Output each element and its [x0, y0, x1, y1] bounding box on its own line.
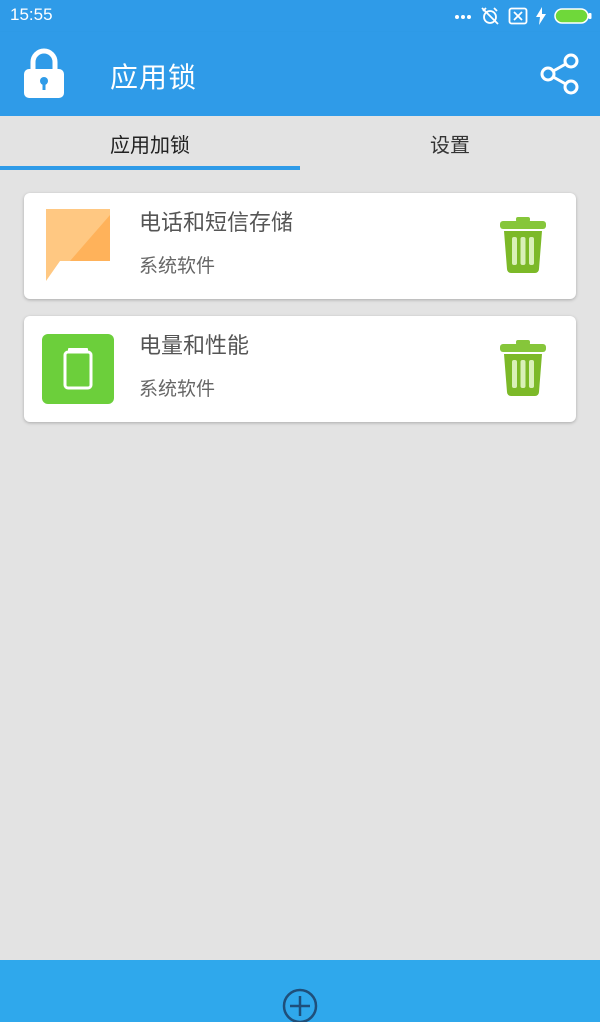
status-bar: 15:55: [0, 0, 600, 32]
tab-bar: 应用加锁 设置: [0, 116, 600, 170]
app-category: 系统软件: [139, 378, 216, 400]
page-title: 应用锁: [110, 61, 198, 94]
battery-app-icon: [42, 334, 114, 404]
alarm-off-icon: [481, 7, 499, 25]
trash-icon: [500, 217, 546, 273]
tab-app-lock[interactable]: 应用加锁: [0, 116, 300, 170]
app-bar: 应用锁: [0, 32, 600, 116]
trash-icon: [500, 340, 546, 396]
app-name: 电话和短信存储: [139, 211, 294, 236]
add-circle-icon: [282, 988, 318, 1022]
battery-icon: [554, 8, 592, 24]
more-dots-icon: [455, 15, 471, 19]
delete-button[interactable]: [498, 217, 548, 273]
add-app-button[interactable]: [282, 988, 318, 1022]
share-button[interactable]: [538, 52, 582, 96]
charging-icon: [536, 7, 546, 25]
app-name: 电量和性能: [139, 334, 250, 359]
bottom-bar: [0, 960, 600, 1022]
tab-settings[interactable]: 设置: [300, 116, 600, 170]
locked-app-card[interactable]: 电量和性能 系统软件: [24, 316, 576, 422]
message-bubble-icon: [46, 209, 110, 281]
sim-off-icon: [508, 7, 528, 25]
share-icon: [540, 53, 579, 95]
padlock-icon: [24, 48, 64, 98]
locked-app-card[interactable]: 电话和短信存储 系统软件: [24, 193, 576, 299]
tab-indicator: [0, 166, 300, 170]
status-time: 15:55: [10, 5, 53, 24]
delete-button[interactable]: [498, 340, 548, 396]
app-category: 系统软件: [139, 255, 216, 277]
status-icons: [454, 4, 592, 28]
app-lock-screen: 15:55 应用锁 应用加锁 设置 电话和短信存储 系统软件 电量和性能 系统软…: [0, 0, 600, 1022]
